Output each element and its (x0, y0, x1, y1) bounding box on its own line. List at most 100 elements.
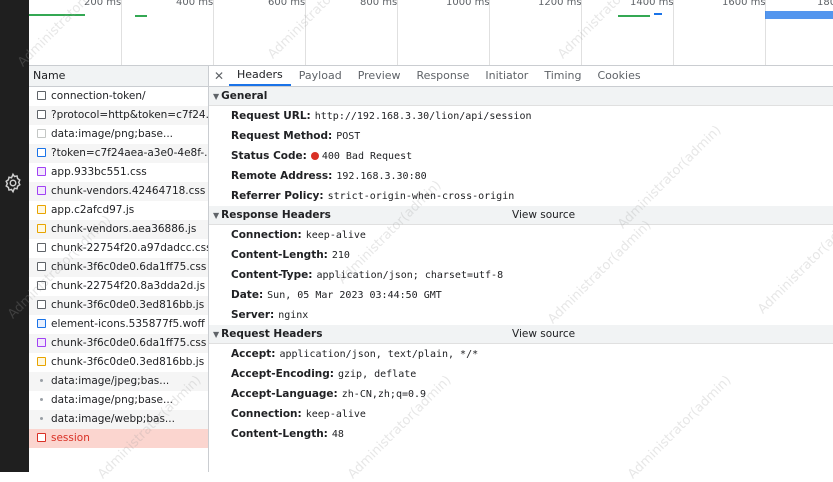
request-row-selected[interactable]: session (29, 429, 208, 448)
request-name: ?protocol=http&token=c7f24... (51, 109, 208, 121)
request-name: data:image/png;base... (51, 128, 173, 140)
header-key: Remote Address: (231, 170, 333, 182)
js-icon (37, 357, 46, 366)
tab-initiator[interactable]: Initiator (477, 66, 536, 86)
header-value: 192.168.3.30:80 (336, 171, 427, 182)
request-name: app.c2afcd97.js (51, 204, 135, 216)
header-value: strict-origin-when-cross-origin (327, 191, 515, 202)
tab-cookies[interactable]: Cookies (590, 66, 649, 86)
document-icon (37, 243, 46, 252)
document-icon (37, 262, 46, 271)
timeline-gridline (489, 0, 490, 65)
tab-response[interactable]: Response (409, 66, 478, 86)
header-row: Accept-Encoding: gzip, deflate (209, 364, 833, 384)
request-row[interactable]: app.c2afcd97.js (29, 201, 208, 220)
request-row[interactable]: data:image/png;base... (29, 125, 208, 144)
timeline-bar (29, 14, 85, 16)
status-error-icon (310, 152, 319, 160)
request-name: chunk-vendors.aea36886.js (51, 223, 197, 235)
request-row[interactable]: chunk-3f6c0de0.3ed816bb.js (29, 296, 208, 315)
header-key: Content-Length: (231, 428, 328, 440)
document-icon (37, 110, 46, 119)
request-name: chunk-vendors.42464718.css (51, 185, 206, 197)
request-row[interactable]: chunk-vendors.aea36886.js (29, 220, 208, 239)
request-name: session (51, 432, 90, 444)
details-tab-bar: ✕ Headers Payload Preview Response Initi… (209, 66, 833, 87)
request-row[interactable]: data:image/webp;bas... (29, 410, 208, 429)
timeline-tick-label: 200 ms (84, 0, 122, 8)
view-source-link[interactable]: View source (512, 325, 575, 343)
header-row: Request Method: POST (209, 126, 833, 146)
request-row[interactable]: element-icons.535877f5.woff (29, 315, 208, 334)
header-key: Request URL: (231, 110, 311, 122)
header-row: Status Code: 400 Bad Request (209, 146, 833, 166)
timeline-tick-label: 180 (817, 0, 833, 8)
section-title: Response Headers (221, 209, 331, 221)
network-timeline[interactable]: 200 ms 400 ms 600 ms 800 ms 1000 ms 1200… (29, 0, 833, 66)
request-row[interactable]: data:image/png;base... (29, 391, 208, 410)
header-row: Content-Length: 210 (209, 245, 833, 265)
image-icon (40, 398, 43, 401)
header-row: Request URL: http://192.168.3.30/lion/api… (209, 106, 833, 126)
request-row[interactable]: chunk-3f6c0de0.6da1ff75.css (29, 258, 208, 277)
timeline-gridline (397, 0, 398, 65)
header-key: Accept-Language: (231, 388, 338, 400)
js-icon (37, 224, 46, 233)
request-headers-section-header[interactable]: ▼ Request Headers View source (209, 325, 833, 344)
header-value: http://192.168.3.30/lion/api/session (314, 111, 532, 122)
tab-preview[interactable]: Preview (350, 66, 409, 86)
request-name: ?token=c7f24aea-a3e0-4e8f-... (51, 147, 208, 159)
header-key: Connection: (231, 408, 302, 420)
timeline-bar (654, 13, 662, 15)
timeline-gridline (305, 0, 306, 65)
request-row[interactable]: data:image/jpeg;bas... (29, 372, 208, 391)
header-key: Accept: (231, 348, 276, 360)
header-value: Sun, 05 Mar 2023 03:44:50 GMT (267, 290, 442, 301)
request-row[interactable]: chunk-3f6c0de0.3ed816bb.js (29, 353, 208, 372)
section-title: General (221, 90, 268, 102)
request-row[interactable]: chunk-vendors.42464718.css (29, 182, 208, 201)
settings-gear-icon[interactable] (2, 172, 24, 194)
header-row: Accept-Language: zh-CN,zh;q=0.9 (209, 384, 833, 404)
request-row[interactable]: ?token=c7f24aea-a3e0-4e8f-... (29, 144, 208, 163)
view-source-link[interactable]: View source (512, 206, 575, 224)
timeline-tick-label: 600 ms (268, 0, 306, 8)
response-headers-section: ▼ Response Headers View source Connection… (209, 206, 833, 325)
tab-headers[interactable]: Headers (229, 66, 291, 86)
timeline-tick-label: 1000 ms (446, 0, 490, 8)
header-row: Connection: keep-alive (209, 404, 833, 424)
header-row: Server: nginx (209, 305, 833, 325)
tab-payload[interactable]: Payload (291, 66, 350, 86)
request-row[interactable]: ?protocol=http&token=c7f24... (29, 106, 208, 125)
header-key: Referrer Policy: (231, 190, 324, 202)
name-column-header[interactable]: Name (29, 66, 208, 87)
request-row[interactable]: chunk-22754f20.a97dadcc.css (29, 239, 208, 258)
request-name: element-icons.535877f5.woff (51, 318, 205, 330)
tab-timing[interactable]: Timing (536, 66, 589, 86)
timeline-bar (765, 11, 833, 19)
header-key: Content-Length: (231, 249, 328, 261)
js-icon (37, 205, 46, 214)
header-key: Request Method: (231, 130, 333, 142)
header-value: nginx (278, 310, 309, 321)
request-row[interactable]: connection-token/ (29, 87, 208, 106)
header-value: application/json, text/plain, */* (279, 349, 479, 360)
timeline-tick-label: 800 ms (360, 0, 398, 8)
section-title: Request Headers (221, 328, 323, 340)
response-headers-section-header[interactable]: ▼ Response Headers View source (209, 206, 833, 225)
header-value: application/json; charset=utf-8 (316, 270, 504, 281)
header-value: keep-alive (305, 409, 366, 420)
timeline-gridline (673, 0, 674, 65)
header-key: Server: (231, 309, 275, 321)
close-icon[interactable]: ✕ (209, 66, 229, 86)
header-value: POST (336, 131, 361, 142)
request-row[interactable]: app.933bc551.css (29, 163, 208, 182)
header-key: Content-Type: (231, 269, 313, 281)
request-headers-section: ▼ Request Headers View source Accept: appl… (209, 325, 833, 444)
general-section-header[interactable]: ▼ General (209, 87, 833, 106)
request-row[interactable]: chunk-3f6c0de0.6da1ff75.css (29, 334, 208, 353)
request-name: chunk-3f6c0de0.3ed816bb.js (51, 299, 205, 311)
header-row: Remote Address: 192.168.3.30:80 (209, 166, 833, 186)
request-row[interactable]: chunk-22754f20.8a3dda2d.js (29, 277, 208, 296)
timeline-tick-label: 1400 ms (630, 0, 674, 8)
